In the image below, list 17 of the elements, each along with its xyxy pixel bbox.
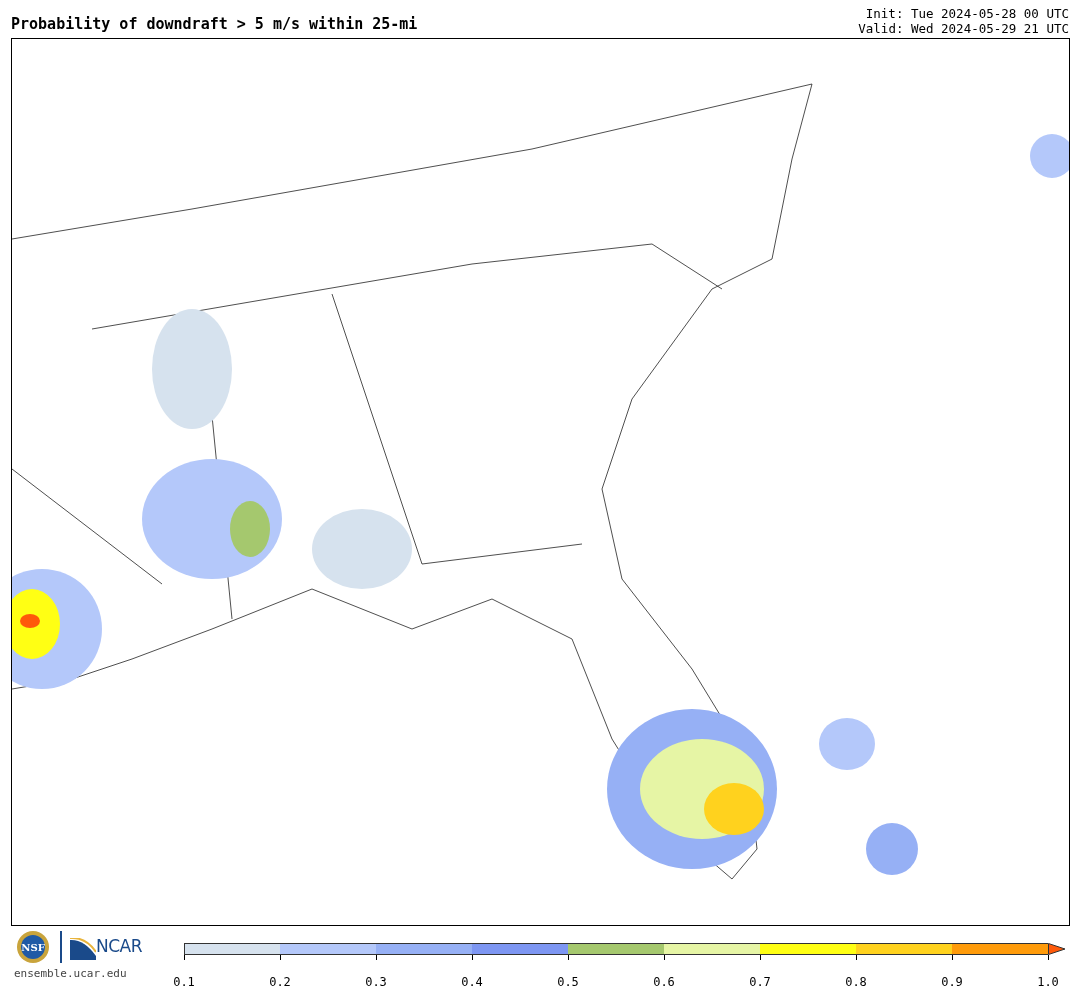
logo-text: NCAR	[96, 935, 143, 959]
init-time: Init: Tue 2024-05-28 00 UTC	[864, 6, 1069, 21]
site-url: ensemble.ucar.edu	[14, 966, 128, 982]
tick-label: 0.6	[652, 974, 676, 988]
tick-label: 0.1	[172, 974, 196, 988]
tick-label: 0.8	[844, 974, 868, 988]
tick-label: 0.4	[460, 974, 484, 988]
valid-time: Valid: Wed 2024-05-29 21 UTC	[858, 21, 1069, 36]
seal-logo: NSF	[14, 930, 52, 964]
tick-label: 0.5	[556, 974, 580, 988]
tick-label: 0.9	[940, 974, 964, 988]
tick-label: 0.7	[748, 974, 772, 988]
chart-title: Probability of downdraft > 5 m/s within 25-mi	[11, 14, 418, 35]
tick-label: 1.0	[1036, 974, 1060, 988]
tick-label: 0.3	[364, 974, 388, 988]
tick-label: 0.2	[268, 974, 292, 988]
wave-logo-icon	[70, 937, 96, 960]
